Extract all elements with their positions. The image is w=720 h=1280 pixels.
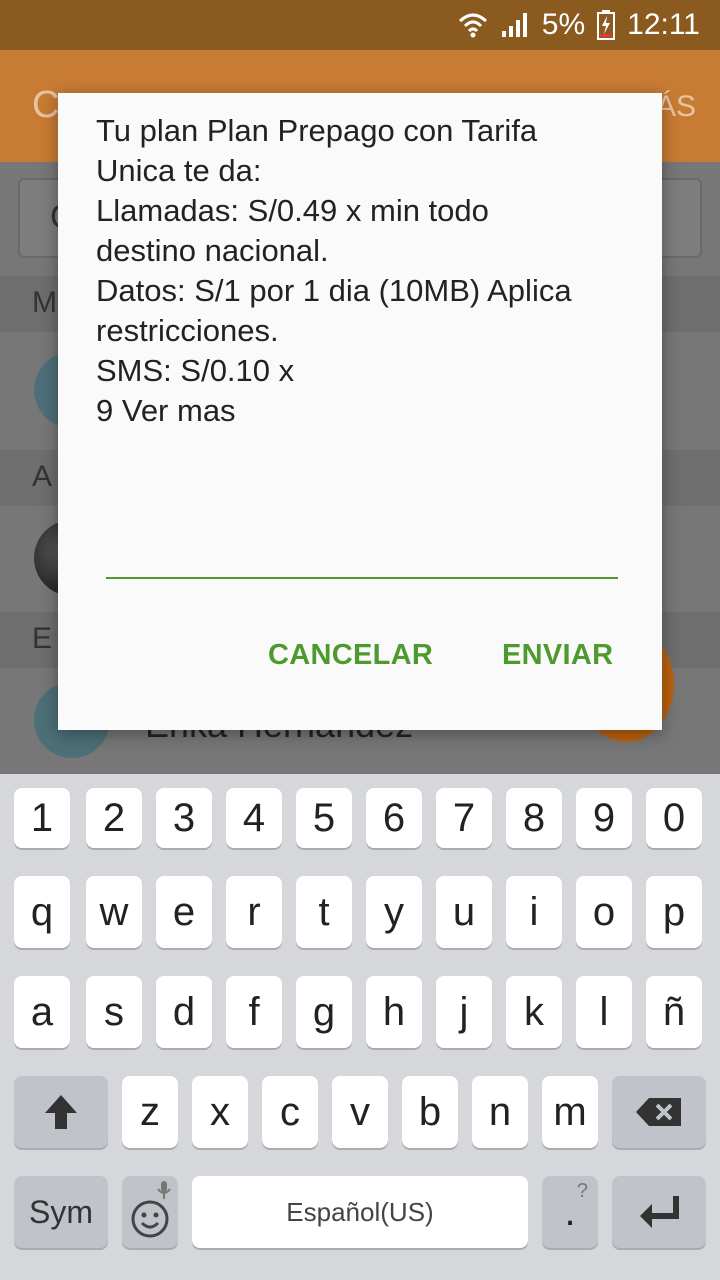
key-b[interactable]: b [402,1076,458,1148]
emoji-icon [131,1200,169,1238]
key-a[interactable]: a [14,976,70,1048]
battery-percent: 5% [541,8,586,41]
key-o[interactable]: o [576,876,632,948]
key-e[interactable]: e [156,876,212,948]
key-9[interactable]: 9 [576,788,632,848]
key-r[interactable]: r [226,876,282,948]
plan-info-dialog: Tu plan Plan Prepago con Tarifa Unica te… [58,93,662,730]
microphone-icon [157,1181,171,1199]
key-k[interactable]: k [506,976,562,1048]
key-v[interactable]: v [332,1076,388,1148]
key-5[interactable]: 5 [296,788,352,848]
signal-icon [500,11,530,39]
key-s[interactable]: s [86,976,142,1048]
battery-charging-icon [597,10,616,40]
status-bar: 5% 12:11 [0,0,720,50]
key-l[interactable]: l [576,976,632,1048]
backspace-key[interactable] [612,1076,706,1148]
key-m[interactable]: m [542,1076,598,1148]
key-y[interactable]: y [366,876,422,948]
space-key[interactable]: Español(US) [192,1176,528,1248]
key-c[interactable]: c [262,1076,318,1148]
key-6[interactable]: 6 [366,788,422,848]
key-4[interactable]: 4 [226,788,282,848]
key-8[interactable]: 8 [506,788,562,848]
app-title: C [32,84,60,126]
reply-input[interactable] [106,533,618,579]
key-g[interactable]: g [296,976,352,1048]
key-z[interactable]: z [122,1076,178,1148]
key-x[interactable]: x [192,1076,248,1148]
enter-icon [640,1196,679,1228]
emoji-key[interactable] [122,1176,178,1248]
key-0[interactable]: 0 [646,788,702,848]
key-d[interactable]: d [156,976,212,1048]
period-hint: ? [576,1180,588,1202]
key-w[interactable]: w [86,876,142,948]
key-n-tilde[interactable]: ñ [646,976,702,1048]
keyboard: 1 2 3 4 5 6 7 8 9 0 q w e r t y u i o p … [0,774,720,1280]
dialog-message: Tu plan Plan Prepago con Tarifa Unica te… [96,113,572,428]
key-q[interactable]: q [14,876,70,948]
backspace-icon [636,1098,681,1126]
shift-arrow-icon [45,1095,77,1129]
key-3[interactable]: 3 [156,788,212,848]
key-j[interactable]: j [436,976,492,1048]
key-i[interactable]: i [506,876,562,948]
key-2[interactable]: 2 [86,788,142,848]
enter-key[interactable] [612,1176,706,1248]
period-key[interactable]: . ? [542,1176,598,1248]
clock: 12:11 [627,8,700,41]
key-1[interactable]: 1 [14,788,70,848]
cancel-button[interactable]: CANCELAR [268,639,433,672]
key-n[interactable]: n [472,1076,528,1148]
sym-key[interactable]: Sym [14,1176,108,1248]
key-p[interactable]: p [646,876,702,948]
wifi-icon [458,11,488,39]
shift-key[interactable] [14,1076,108,1148]
key-u[interactable]: u [436,876,492,948]
key-7[interactable]: 7 [436,788,492,848]
key-f[interactable]: f [226,976,282,1048]
key-t[interactable]: t [296,876,352,948]
key-h[interactable]: h [366,976,422,1048]
send-button[interactable]: ENVIAR [502,639,613,672]
